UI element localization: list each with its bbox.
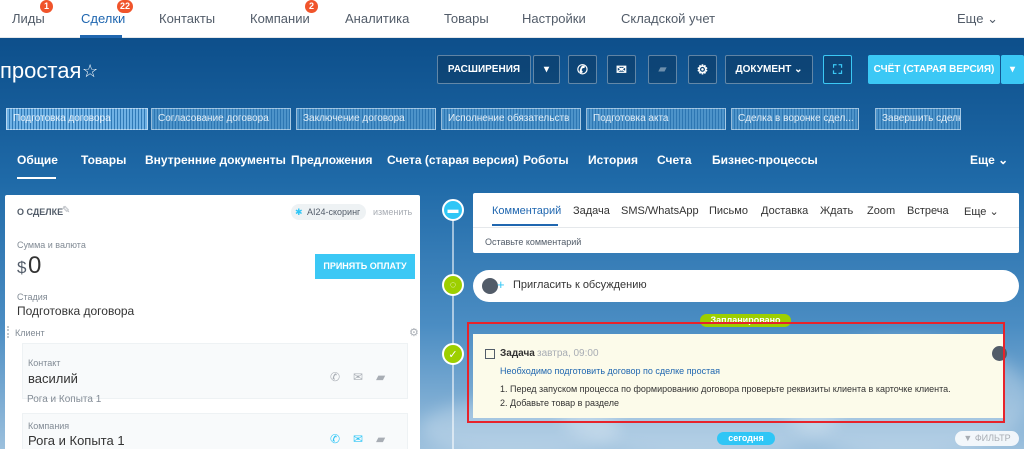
contact-block: Контакт василий ✆ ✉ ▰ <box>22 343 408 399</box>
tab-active-indicator <box>492 224 558 226</box>
gear-icon[interactable]: ⚙ <box>409 326 419 339</box>
tab-business-processes[interactable]: Бизнес-процессы <box>712 153 818 167</box>
filter-icon: ▼ <box>963 433 975 443</box>
phone-icon[interactable]: ✆ <box>568 55 597 84</box>
company-label: Компания <box>28 421 70 431</box>
deal-card-header: О СДЕЛКЕ <box>17 207 64 217</box>
add-icon: + <box>497 277 505 292</box>
nav-analytics[interactable]: Аналитика <box>345 11 409 26</box>
filter-button[interactable]: ▼ ФИЛЬТР <box>955 431 1019 446</box>
tab-history[interactable]: История <box>588 153 638 167</box>
nav-deals[interactable]: Сделки <box>81 11 125 26</box>
nav-leads[interactable]: Лиды <box>12 11 45 26</box>
task-check-icon: ✓ <box>442 343 464 365</box>
tab-internal-docs[interactable]: Внутренние документы <box>145 153 286 167</box>
contact-name[interactable]: василий <box>28 371 78 386</box>
stage-6[interactable]: Сделка в воронке сдел... <box>731 108 859 130</box>
stage-value: Подготовка договора <box>17 304 135 318</box>
nav-contacts[interactable]: Контакты <box>159 11 215 26</box>
stage-3[interactable]: Заключение договора <box>296 108 436 130</box>
currency-symbol: $ <box>17 258 27 277</box>
tab-robots[interactable]: Роботы <box>523 153 569 167</box>
mail-icon[interactable]: ✉ <box>607 55 636 84</box>
stage-label: Стадия <box>17 292 48 302</box>
stage-5[interactable]: Подготовка акта <box>586 108 726 130</box>
company-chat-icon[interactable]: ▰ <box>376 432 385 446</box>
tab-delivery[interactable]: Доставка <box>761 205 808 217</box>
company-phone-icon[interactable]: ✆ <box>330 432 340 446</box>
edit-icon[interactable]: ✎ <box>62 205 70 216</box>
contact-label: Контакт <box>28 358 61 368</box>
nav-companies[interactable]: Компании <box>250 11 310 26</box>
comment-icon: ▬ <box>442 199 464 221</box>
tab-comment[interactable]: Комментарий <box>492 205 561 217</box>
invite-to-discussion[interactable]: + Пригласить к обсуждению <box>473 270 1019 302</box>
star-icon[interactable]: ☆ <box>82 61 98 82</box>
tab-proposals[interactable]: Предложения <box>291 153 373 167</box>
stage-1[interactable]: Подготовка договора <box>6 108 148 130</box>
nav-warehouse[interactable]: Складской учет <box>621 11 715 26</box>
today-badge: сегодня <box>717 432 775 445</box>
nav-leads-badge: 1 <box>40 0 53 13</box>
tab-products[interactable]: Товары <box>81 153 126 167</box>
drag-handle[interactable] <box>7 326 12 338</box>
contact-phone-icon[interactable]: ✆ <box>330 370 340 384</box>
invoice-button[interactable]: СЧЁТ (СТАРАЯ ВЕРСИЯ) <box>868 55 1000 84</box>
tab-wait[interactable]: Ждать <box>820 205 853 217</box>
deal-info-card: О СДЕЛКЕ ✎ AI24-скоринг ✱ изменить Сумма… <box>5 195 420 449</box>
tab-invoices-old[interactable]: Счета (старая версия) <box>387 153 519 167</box>
nav-settings[interactable]: Настройки <box>522 11 586 26</box>
tab-more[interactable]: Еще ⌄ <box>970 153 1008 167</box>
settings-icon[interactable]: ⚙ <box>688 55 717 84</box>
page-title: простая <box>0 58 82 83</box>
amount-label: Сумма и валюта <box>17 240 86 250</box>
divider <box>473 227 1019 228</box>
company-name[interactable]: Рога и Копыта 1 <box>28 433 125 448</box>
comment-input[interactable]: Оставьте комментарий <box>485 237 581 247</box>
invoice-dropdown-icon[interactable]: ▾ <box>1001 55 1024 84</box>
accept-payment-button[interactable]: ПРИНЯТЬ ОПЛАТУ <box>315 254 415 279</box>
tab-task[interactable]: Задача <box>573 205 610 217</box>
discussion-icon: ◌ <box>442 274 464 296</box>
stage-2[interactable]: Согласование договора <box>151 108 291 130</box>
chat-icon[interactable]: ▰ <box>648 55 677 84</box>
nav-deals-badge: 22 <box>117 0 134 13</box>
stage-4[interactable]: Исполнение обязательств <box>441 108 581 130</box>
tab-general[interactable]: Общие <box>17 153 58 167</box>
highlight-frame <box>467 322 1005 423</box>
invite-label: Пригласить к обсуждению <box>513 279 647 291</box>
top-navigation: Лиды 1 Сделки 22 Контакты Компании 2 Ана… <box>0 0 1024 38</box>
tab-active-indicator <box>17 177 56 179</box>
client-label: Клиент <box>15 328 45 338</box>
tab-meeting[interactable]: Встреча <box>907 205 949 217</box>
scoring-icon: ✱ <box>295 207 303 217</box>
company-mail-icon[interactable]: ✉ <box>353 432 363 446</box>
nav-more[interactable]: Еще ⌄ <box>957 11 998 27</box>
filter-label: ФИЛЬТР <box>974 433 1011 443</box>
nav-companies-badge: 2 <box>305 0 318 13</box>
avatar <box>482 278 498 294</box>
tab-zoom[interactable]: Zoom <box>867 205 895 217</box>
tab-invoices[interactable]: Счета <box>657 153 692 167</box>
tab-more[interactable]: Еще ⌄ <box>964 205 999 218</box>
amount-value: 0 <box>28 252 42 279</box>
extensions-dropdown-icon[interactable]: ▾ <box>533 55 560 84</box>
tab-sms[interactable]: SMS/WhatsApp <box>621 205 699 217</box>
activity-editor: Комментарий Задача SMS/WhatsApp Письмо Д… <box>473 193 1019 253</box>
stage-7[interactable]: Завершить сделку <box>875 108 961 130</box>
contact-mail-icon[interactable]: ✉ <box>353 370 363 384</box>
change-link[interactable]: изменить <box>373 207 412 217</box>
fullscreen-icon[interactable]: ⛶ <box>823 55 852 84</box>
tab-email[interactable]: Письмо <box>709 205 748 217</box>
nav-products[interactable]: Товары <box>444 11 489 26</box>
extensions-button[interactable]: РАСШИРЕНИЯ <box>437 55 531 84</box>
company-block: Компания Рога и Копыта 1 ✆ ✉ ▰ <box>22 413 408 449</box>
timeline-line <box>452 208 454 449</box>
contact-chat-icon[interactable]: ▰ <box>376 370 385 384</box>
document-button[interactable]: ДОКУМЕНТ ⌄ <box>725 55 813 84</box>
contact-company: Рога и Копыта 1 <box>27 394 102 405</box>
